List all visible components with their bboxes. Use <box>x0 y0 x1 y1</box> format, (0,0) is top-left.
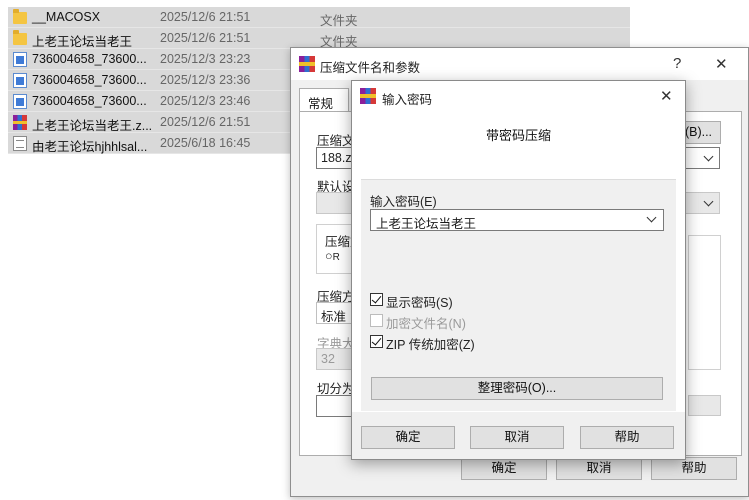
password-help-button[interactable]: 帮助 <box>580 426 674 449</box>
file-date: 2025/12/3 23:23 <box>160 52 251 66</box>
winrar-icon <box>360 88 376 104</box>
password-heading: 带密码压缩 <box>485 128 551 143</box>
image-file-icon <box>13 94 27 109</box>
file-name: 736004658_73600... <box>32 73 147 87</box>
file-date: 2025/12/3 23:36 <box>160 73 251 87</box>
file-name: 上老王论坛当老王.z... <box>32 119 153 133</box>
options-group <box>688 235 721 370</box>
password-dialog-titlebar[interactable]: 输入密码 ✕ <box>352 81 685 112</box>
password-dialog-title: 输入密码 <box>382 93 433 107</box>
file-name: 上老王论坛当老王 <box>32 35 133 49</box>
file-date: 2025/12/6 21:51 <box>160 31 251 45</box>
format-group: 压缩文 ○R <box>316 224 363 274</box>
encrypt-filenames-label: 加密文件名(N) <box>386 317 466 331</box>
split-volume-field[interactable] <box>316 395 356 417</box>
password-dialog: 输入密码 ✕ 带密码压缩 输入密码(E) 上老王论坛当老王 显示密码(S) 加密… <box>351 80 686 460</box>
close-icon[interactable]: ✕ <box>660 87 673 105</box>
method-select[interactable]: 标准 <box>316 302 356 324</box>
organize-passwords-button[interactable]: 整理密码(O)... <box>371 377 663 400</box>
format-radio-label: R <box>332 252 340 263</box>
format-radio[interactable]: ○R <box>325 249 340 263</box>
archive-ok-button[interactable]: 确定 <box>461 457 547 480</box>
archive-cancel-button[interactable]: 取消 <box>556 457 642 480</box>
folder-icon <box>13 9 27 24</box>
chevron-down-icon <box>703 196 714 207</box>
file-date: 2025/6/18 16:45 <box>160 136 251 150</box>
help-icon[interactable]: ? <box>673 55 681 72</box>
archive-dialog-title: 压缩文件名和参数 <box>320 61 421 75</box>
file-date: 2025/12/6 21:51 <box>160 10 251 24</box>
dictionary-select[interactable]: 32 <box>316 348 356 370</box>
archive-help-button[interactable]: 帮助 <box>651 457 737 480</box>
file-name: 736004658_73600... <box>32 94 147 108</box>
file-type: 文件夹 <box>320 14 358 28</box>
options-button[interactable] <box>688 395 721 416</box>
zip-legacy-encryption-checkbox[interactable] <box>370 335 383 348</box>
password-ok-button[interactable]: 确定 <box>361 426 455 449</box>
show-password-label: 显示密码(S) <box>386 296 453 310</box>
archive-dialog-titlebar[interactable]: 压缩文件名和参数 ? ✕ <box>291 48 748 80</box>
chevron-down-icon <box>646 212 657 223</box>
show-password-checkbox[interactable] <box>370 293 383 306</box>
file-row[interactable]: __MACOSX 2025/12/6 21:51 文件夹 <box>8 7 630 28</box>
winrar-icon <box>299 56 315 72</box>
file-date: 2025/12/6 21:51 <box>160 115 251 129</box>
dictionary-value: 32 <box>321 352 335 366</box>
password-cancel-button[interactable]: 取消 <box>470 426 564 449</box>
image-file-icon <box>13 52 27 67</box>
image-file-icon <box>13 73 27 88</box>
text-file-icon <box>13 136 27 151</box>
zip-legacy-encryption-label: ZIP 传统加密(Z) <box>386 338 475 352</box>
encrypt-filenames-checkbox[interactable] <box>370 314 383 327</box>
password-value: 上老王论坛当老王 <box>376 217 477 231</box>
rar-archive-icon <box>13 115 27 130</box>
close-icon[interactable]: ✕ <box>715 55 728 73</box>
file-name: 由老王论坛hjhhlsal... <box>32 140 148 154</box>
file-name: __MACOSX <box>32 10 101 24</box>
tab-general[interactable]: 常规 <box>299 88 349 112</box>
method-value: 标准 <box>321 310 347 324</box>
password-combo[interactable]: 上老王论坛当老王 <box>370 209 664 231</box>
enter-password-label: 输入密码(E) <box>370 195 437 209</box>
file-date: 2025/12/3 23:46 <box>160 94 251 108</box>
file-name: 736004658_73600... <box>32 52 147 66</box>
file-row[interactable]: 上老王论坛当老王 2025/12/6 21:51 文件夹 <box>8 28 630 49</box>
chevron-down-icon <box>703 151 714 162</box>
folder-icon <box>13 30 27 45</box>
